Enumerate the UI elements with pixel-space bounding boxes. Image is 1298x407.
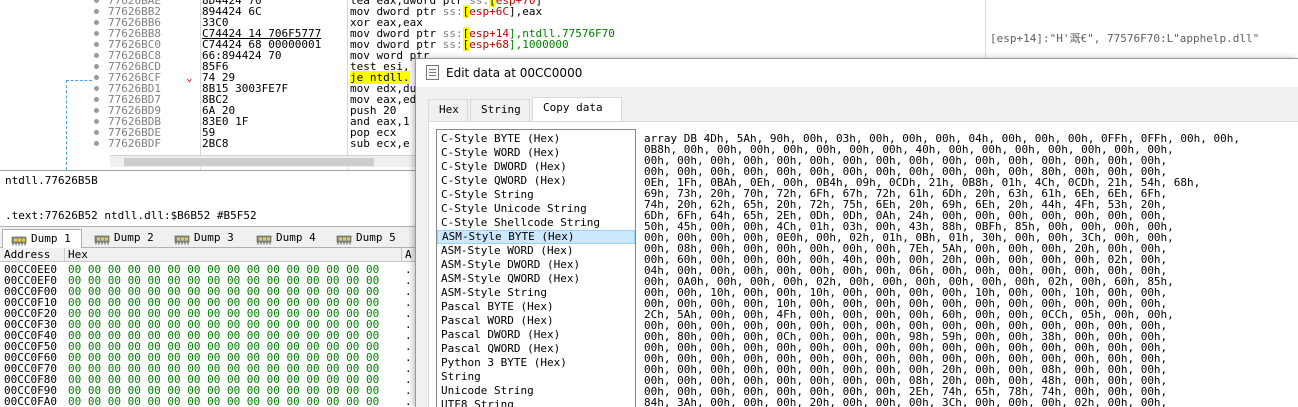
column-header-address[interactable]: Address	[4, 248, 50, 261]
info-line-section: .text:77626B52 ntdll.dll:$B6B52 #B5F52	[5, 209, 257, 222]
format-option[interactable]: Pascal BYTE (Hex)	[437, 300, 635, 314]
format-option[interactable]: C-Style QWORD (Hex)	[437, 174, 635, 188]
comment-text: [esp+14]:"H'溉€", 77576F70:L"apphelp.dll"	[990, 32, 1260, 45]
dump-ascii[interactable]: .	[405, 396, 412, 407]
output-text-area[interactable]: array DB 4Dh, 5Ah, 90h, 00h, 03h, 00h, 0…	[644, 133, 1298, 407]
format-option[interactable]: C-Style WORD (Hex)	[437, 146, 635, 160]
dump-header: Address Hex A	[0, 248, 415, 262]
column-header-ascii[interactable]: A	[405, 248, 412, 261]
dump-tab-5[interactable]: Dump 5	[328, 229, 406, 248]
dump-tab-label: Dump 1	[31, 232, 71, 245]
format-list[interactable]: C-Style BYTE (Hex) C-Style WORD (Hex) C-St…	[436, 129, 636, 407]
dump-row[interactable]: 00CC0FA0 00 00 00 00 00 00 00 00 00 00 00…	[0, 396, 415, 407]
info-line-address: ntdll.77626B5B	[5, 174, 98, 187]
mnemonic: sub ecx,e	[350, 137, 410, 150]
copy-data-panel: C-Style BYTE (Hex) C-Style WORD (Hex) C-St…	[428, 121, 1298, 407]
disassembly-horizontal-scrollbar[interactable]	[110, 155, 420, 167]
dump-address: 00CC0FA0	[4, 395, 57, 407]
format-option[interactable]: C-Style BYTE (Hex)	[437, 132, 635, 146]
memory-chip-icon	[174, 233, 190, 245]
dump-tab-label: Dump 3	[194, 231, 234, 244]
document-icon	[426, 65, 439, 80]
dialog-title-bar[interactable]: Edit data at 00CC0000	[416, 59, 1298, 87]
format-option[interactable]: ASM-Style BYTE (Hex)	[437, 230, 635, 244]
format-option[interactable]: ASM-Style DWORD (Hex)	[437, 258, 635, 272]
dialog-title: Edit data at 00CC0000	[446, 66, 583, 80]
format-option[interactable]: C-Style Unicode String	[437, 202, 635, 216]
disasm-row[interactable]: 77626BB2 894424 6C mov dword ptr ss:[esp+6…	[0, 5, 1298, 18]
memory-chip-icon	[336, 233, 352, 245]
format-option[interactable]: UTF8 String	[437, 398, 635, 407]
jump-direction-icon: ⌄	[186, 71, 193, 84]
dump-tab-label: Dump 5	[356, 231, 396, 244]
column-header-hex[interactable]: Hex	[68, 248, 88, 261]
scrollbar-thumb[interactable]	[124, 158, 374, 166]
format-option[interactable]: Unicode String	[437, 384, 635, 398]
info-pane: ntdll.77626B5B .text:77626B52 ntdll.dll:…	[0, 170, 415, 226]
format-option[interactable]: Python 3 BYTE (Hex)	[437, 356, 635, 370]
tab-hex[interactable]: Hex	[428, 99, 468, 121]
format-option[interactable]: ASM-Style WORD (Hex)	[437, 244, 635, 258]
format-option[interactable]: C-Style DWORD (Hex)	[437, 160, 635, 174]
instruction-bytes: 2BC8	[202, 137, 229, 150]
format-option[interactable]: Pascal DWORD (Hex)	[437, 328, 635, 342]
format-option[interactable]: ASM-Style QWORD (Hex)	[437, 272, 635, 286]
format-option[interactable]: C-Style Shellcode String	[437, 216, 635, 230]
format-option[interactable]: Pascal QWORD (Hex)	[437, 342, 635, 356]
instruction-address: 77626BDF	[108, 137, 161, 150]
format-option[interactable]: ASM-Style String	[437, 286, 635, 300]
output-line: 84h, 3Ah, 00h, 00h, 00h, 20h, 00h, 00h, …	[644, 396, 1168, 407]
dump-tab-bar: Dump 1 Dump 2 Dump 3 Dump 4 Dump 5	[0, 226, 415, 248]
dump-tab-2[interactable]: Dump 2	[86, 229, 164, 248]
dump-tab-label: Dump 4	[276, 231, 316, 244]
instruction-text: sub ecx,e	[350, 138, 410, 149]
tab-string[interactable]: String	[470, 99, 530, 121]
dump-hex-bytes[interactable]: 00 00 00 00 00 00 00 00 00 00 00 00 00 0…	[68, 396, 379, 407]
dump-tab-1[interactable]: Dump 1	[2, 229, 82, 248]
dump-tab-4[interactable]: Dump 4	[248, 229, 326, 248]
format-option[interactable]: Pascal WORD (Hex)	[437, 314, 635, 328]
format-option[interactable]: C-Style String	[437, 188, 635, 202]
dump-tab-label: Dump 2	[114, 231, 154, 244]
dump-tab-3[interactable]: Dump 3	[166, 229, 244, 248]
disasm-row[interactable]: 77626BB6 33C0 xor eax,eax	[0, 17, 1298, 28]
format-option[interactable]: String	[437, 370, 635, 384]
memory-chip-icon	[256, 233, 272, 245]
memory-chip-icon	[11, 234, 27, 246]
edit-data-dialog[interactable]: Edit data at 00CC0000 Hex String Copy data…	[415, 58, 1298, 407]
tab-copy-data[interactable]: Copy data	[532, 97, 622, 121]
dump-hex-view[interactable]: Address Hex A 00CC0EE0 00 00 00 00 00 00 …	[0, 248, 415, 407]
memory-chip-icon	[94, 233, 110, 245]
